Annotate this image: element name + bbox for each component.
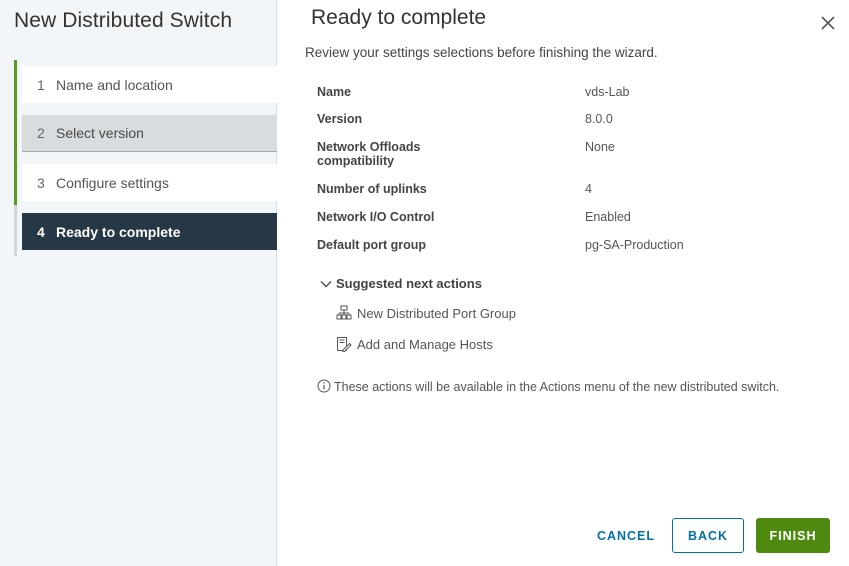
- summary-row-uplinks: Number of uplinks 4: [317, 182, 592, 196]
- action-add-manage-hosts[interactable]: Add and Manage Hosts: [336, 336, 493, 352]
- step-select-version[interactable]: 2 Select version: [22, 115, 277, 152]
- summary-row-version: Version 8.0.0: [317, 112, 613, 126]
- step-number: 4: [37, 223, 45, 240]
- step-label: Name and location: [56, 76, 173, 93]
- step-label: Configure settings: [56, 174, 169, 191]
- info-message: These actions will be available in the A…: [317, 379, 817, 395]
- port-group-icon: [336, 305, 352, 320]
- summary-row-network-offloads: Network Offloads compatibility None: [317, 140, 615, 168]
- step-name-and-location[interactable]: 1 Name and location: [22, 66, 277, 103]
- step-number: 1: [37, 76, 45, 93]
- action-label: Add and Manage Hosts: [357, 336, 493, 352]
- summary-value: Enabled: [585, 210, 631, 224]
- step-configure-settings[interactable]: 3 Configure settings: [22, 164, 277, 201]
- summary-row-name: Name vds-Lab: [317, 85, 629, 99]
- step-ready-to-complete[interactable]: 4 Ready to complete: [22, 213, 277, 250]
- summary-key: Network Offloads compatibility: [317, 140, 585, 168]
- wizard-title: New Distributed Switch: [14, 9, 233, 32]
- wizard-content: Ready to complete Review your settings s…: [278, 0, 849, 566]
- close-icon: [821, 16, 835, 30]
- summary-value: pg-SA-Production: [585, 238, 684, 252]
- suggested-next-actions: Suggested next actions New Distributed P…: [319, 276, 819, 352]
- progress-fill: [14, 60, 17, 205]
- step-label: Ready to complete: [56, 223, 181, 240]
- summary-value: vds-Lab: [585, 85, 630, 99]
- wizard-steps: 1 Name and location 2 Select version 3 C…: [22, 66, 277, 262]
- summary-key: Name: [317, 85, 352, 99]
- summary-value: 4: [585, 182, 592, 196]
- summary-value: None: [585, 140, 615, 154]
- summary-key: Default port group: [317, 238, 427, 252]
- back-button[interactable]: BACK: [672, 518, 744, 553]
- action-label: New Distributed Port Group: [357, 305, 516, 321]
- info-icon: [317, 379, 331, 393]
- summary-key: Version: [317, 112, 363, 126]
- chevron-down-icon: [320, 280, 332, 288]
- manage-hosts-icon: [337, 337, 352, 352]
- progress-track: [14, 60, 17, 256]
- summary-key-line: compatibility: [317, 154, 395, 168]
- summary-row-nioc: Network I/O Control Enabled: [317, 210, 631, 224]
- next-actions-toggle[interactable]: Suggested next actions: [319, 276, 819, 291]
- summary-value: 8.0.0: [585, 112, 613, 126]
- summary-key: Number of uplinks: [317, 182, 427, 196]
- action-new-port-group[interactable]: New Distributed Port Group: [336, 305, 516, 321]
- summary-key-line: Network Offloads: [317, 140, 421, 154]
- finish-button[interactable]: FINISH: [756, 518, 830, 553]
- wizard-sidebar: New Distributed Switch 1 Name and locati…: [0, 0, 277, 566]
- info-text: These actions will be available in the A…: [334, 380, 780, 394]
- page-subtitle: Review your settings selections before f…: [305, 45, 658, 60]
- summary-key: Network I/O Control: [317, 210, 435, 224]
- summary-row-default-port-group: Default port group pg-SA-Production: [317, 238, 684, 252]
- next-actions-header: Suggested next actions: [336, 276, 482, 291]
- page-title: Ready to complete: [311, 6, 487, 29]
- step-number: 3: [37, 174, 45, 191]
- step-number: 2: [37, 125, 45, 141]
- cancel-button[interactable]: CANCEL: [586, 518, 666, 553]
- step-label: Select version: [56, 125, 144, 141]
- close-button[interactable]: [819, 14, 837, 32]
